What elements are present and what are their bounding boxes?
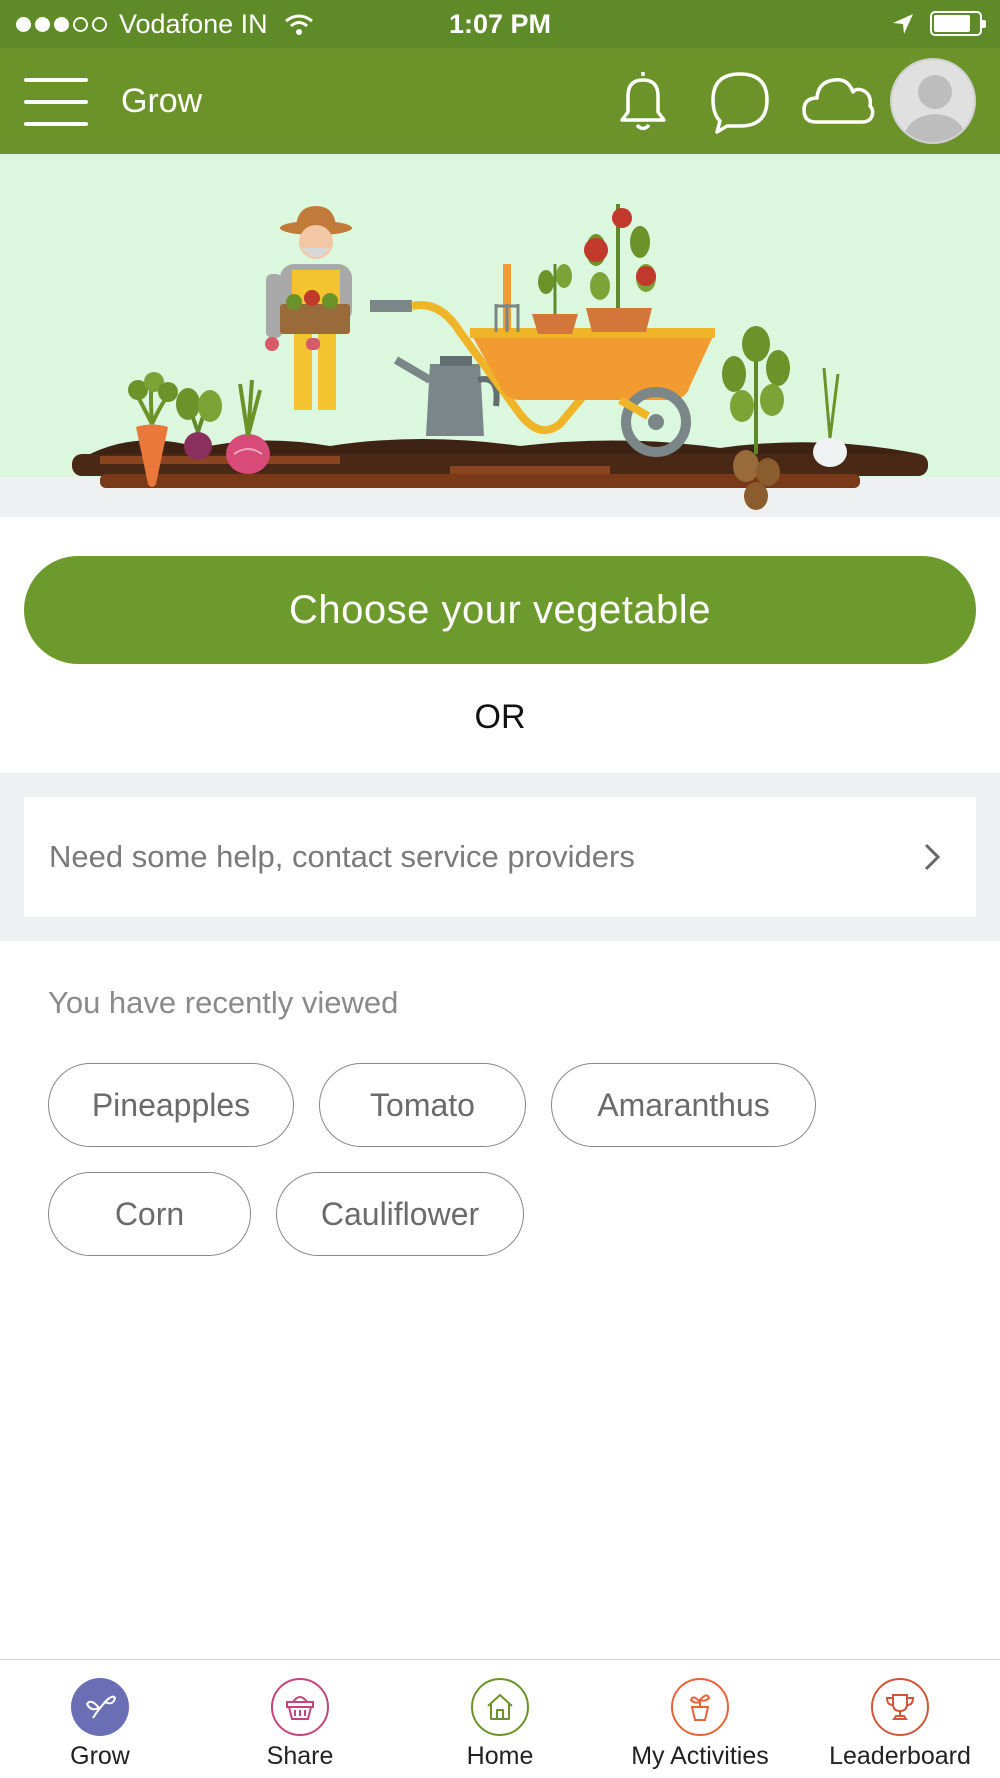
- garden-banner-illustration: [0, 154, 1000, 517]
- choose-vegetable-button[interactable]: Choose your vegetable: [24, 556, 976, 664]
- status-right: [892, 11, 986, 36]
- home-icon: [471, 1678, 529, 1736]
- tab-leaderboard[interactable]: Leaderboard: [800, 1660, 1000, 1778]
- user-silhouette-icon: [902, 75, 968, 142]
- cloud-icon[interactable]: [800, 66, 876, 136]
- tab-grow-label: Grow: [70, 1742, 130, 1770]
- menu-icon[interactable]: [24, 78, 88, 126]
- contact-service-providers-row[interactable]: Need some help, contact service provider…: [24, 797, 976, 917]
- tab-my-activities[interactable]: My Activities: [600, 1660, 800, 1778]
- bottom-tab-bar: Grow Share Home My Activities Leaderboar…: [0, 1659, 1000, 1778]
- recently-viewed-title: You have recently viewed: [48, 985, 399, 1020]
- status-time: 1:07 PM: [448, 9, 552, 39]
- tab-share-label: Share: [266, 1742, 334, 1770]
- recent-chip-tomato[interactable]: Tomato: [319, 1063, 526, 1147]
- sprout-icon: [71, 1678, 129, 1736]
- app-bar: Grow: [0, 48, 1000, 154]
- tab-home[interactable]: Home: [400, 1660, 600, 1778]
- chat-icon[interactable]: [705, 66, 775, 136]
- tab-share[interactable]: Share: [200, 1660, 400, 1778]
- help-row-label: Need some help, contact service provider…: [49, 839, 635, 874]
- location-arrow-icon: [893, 13, 913, 34]
- status-bar: Vodafone IN 1:07 PM: [0, 0, 1000, 48]
- basket-icon: [271, 1678, 329, 1736]
- recent-chip-amaranthus[interactable]: Amaranthus: [551, 1063, 816, 1147]
- avatar[interactable]: [890, 58, 976, 144]
- tab-grow[interactable]: Grow: [0, 1660, 200, 1778]
- tab-my-activities-label: My Activities: [631, 1742, 769, 1770]
- battery-icon: [930, 11, 986, 36]
- chevron-right-icon: [924, 843, 941, 871]
- page-title: Grow: [121, 82, 203, 120]
- recent-chip-corn[interactable]: Corn: [48, 1172, 251, 1256]
- help-section: Need some help, contact service provider…: [0, 773, 1000, 941]
- gardener-wheelbarrow-illustration: [72, 204, 928, 510]
- or-divider-text: OR: [474, 698, 526, 736]
- potted-plant-icon: [671, 1678, 729, 1736]
- bell-icon[interactable]: [608, 66, 678, 136]
- recent-chip-pineapples[interactable]: Pineapples: [48, 1063, 294, 1147]
- recent-chip-cauliflower[interactable]: Cauliflower: [276, 1172, 524, 1256]
- tab-home-label: Home: [466, 1742, 534, 1770]
- tab-leaderboard-label: Leaderboard: [829, 1742, 971, 1770]
- trophy-icon: [871, 1678, 929, 1736]
